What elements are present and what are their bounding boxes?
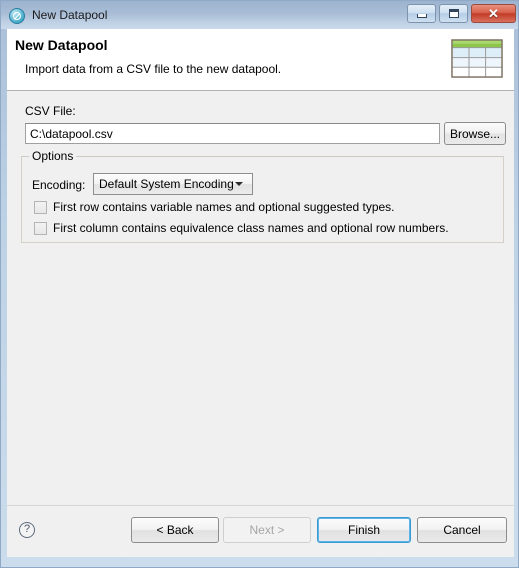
encoding-select[interactable]: Default System Encoding <box>93 173 253 195</box>
page-title: New Datapool <box>15 37 108 53</box>
datapool-table-banner-icon <box>451 39 503 78</box>
cancel-button[interactable]: Cancel <box>417 517 507 543</box>
close-button[interactable]: ✕ <box>471 4 516 23</box>
dialog-window: New Datapool ✕ New Datapool Import data … <box>0 0 519 568</box>
wizard-header: New Datapool Import data from a CSV file… <box>7 29 514 91</box>
encoding-label: Encoding: <box>32 178 86 192</box>
first-row-variable-names-row[interactable]: First row contains variable names and op… <box>34 200 395 214</box>
maximize-button[interactable] <box>439 4 468 23</box>
dialog-body: New Datapool Import data from a CSV file… <box>7 29 514 557</box>
window-title: New Datapool <box>32 8 108 22</box>
title-bar: New Datapool ✕ <box>1 1 518 29</box>
first-column-equivalence-class-row[interactable]: First column contains equivalence class … <box>34 221 449 235</box>
minimize-button[interactable] <box>407 4 436 23</box>
finish-button[interactable]: Finish <box>317 517 411 543</box>
window-controls: ✕ <box>407 4 516 23</box>
dialog-footer: ? < Back Next > Finish Cancel <box>7 505 514 557</box>
first-column-equivalence-class-label: First column contains equivalence class … <box>53 221 449 235</box>
page-description: Import data from a CSV file to the new d… <box>25 62 282 76</box>
chevron-down-icon <box>235 182 243 186</box>
encoding-selected-value: Default System Encoding <box>99 177 234 191</box>
first-column-equivalence-class-checkbox[interactable] <box>34 221 47 235</box>
close-icon: ✕ <box>488 6 499 21</box>
browse-button[interactable]: Browse... <box>444 122 506 145</box>
options-group-label: Options <box>29 149 77 163</box>
next-button: Next > <box>223 517 311 543</box>
wizard-content: CSV File: Browse... Options Encoding: De… <box>7 91 514 504</box>
csv-file-label: CSV File: <box>25 104 76 118</box>
first-row-variable-names-label: First row contains variable names and op… <box>53 200 395 214</box>
help-icon[interactable]: ? <box>19 522 35 538</box>
first-row-variable-names-checkbox[interactable] <box>34 200 47 214</box>
maximize-icon <box>448 9 459 18</box>
csv-file-input[interactable] <box>25 123 440 144</box>
minimize-icon <box>416 13 427 18</box>
datapool-circle-icon <box>9 7 25 24</box>
back-button[interactable]: < Back <box>131 517 219 543</box>
